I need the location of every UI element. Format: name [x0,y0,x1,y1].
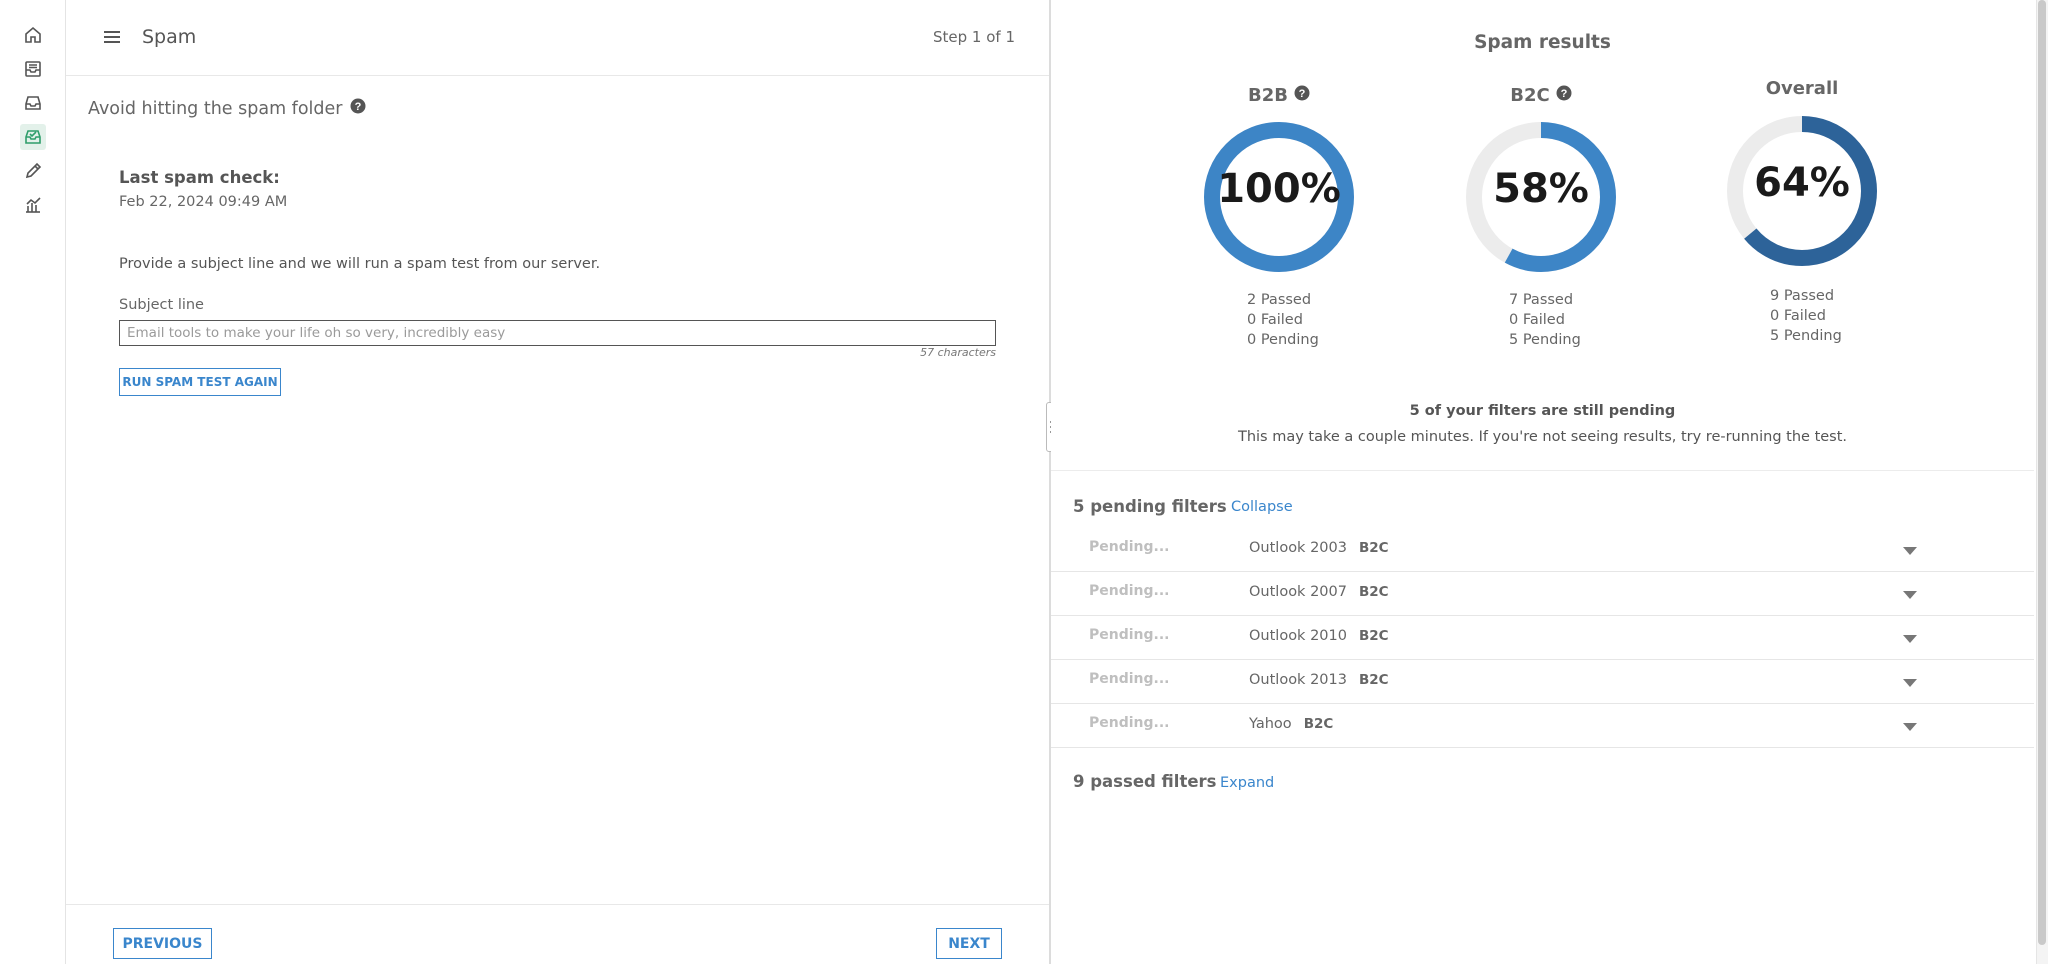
expand-link[interactable]: Expand [1220,775,1274,791]
last-check-label: Last spam check: [119,168,280,187]
failed-count: 0 Failed [1509,312,1565,328]
char-count: 57 characters [920,346,996,359]
chevron-down-icon[interactable] [1903,723,1917,731]
pending-count: 5 Pending [1509,332,1581,348]
collapse-link[interactable]: Collapse [1231,499,1293,515]
filter-tag: B2C [1358,672,1389,688]
donut-b2c: B2C ? 58% 7 Passed 0 Failed 5 Pending [1461,82,1621,348]
filter-client: Outlook 2007 B2C [1249,584,1389,600]
failed-count: 0 Failed [1247,312,1303,328]
donut-label-text: B2B [1248,84,1288,106]
run-spam-test-button[interactable]: RUN SPAM TEST AGAIN [119,368,281,396]
help-icon[interactable]: ? [1294,85,1310,106]
spam-test-panel: Spam Step 1 of 1 Avoid hitting the spam … [66,0,1051,964]
page-title: Spam [142,26,197,48]
donut-percent: 64% [1754,160,1850,206]
donut-label: Overall [1765,78,1839,99]
chevron-down-icon[interactable] [1903,591,1917,599]
step-indicator: Step 1 of 1 [932,28,1015,46]
passed-filters-title: 9 passed filters [1073,772,1217,791]
filter-client: Yahoo B2C [1249,716,1333,732]
filter-client: Outlook 2003 B2C [1249,540,1389,556]
filter-status: Pending... [1089,539,1170,555]
filter-tag: B2C [1358,628,1389,644]
filter-client: Outlook 2010 B2C [1249,628,1389,644]
filter-row[interactable]: Pending... Outlook 2013 B2C [1051,659,2034,704]
scrollbar-thumb[interactable] [2038,0,2046,945]
svg-text:?: ? [1560,88,1567,100]
next-button[interactable]: NEXT [936,928,1002,959]
filter-client-name: Yahoo [1249,716,1292,732]
chevron-down-icon[interactable] [1903,635,1917,643]
subject-input[interactable] [119,320,996,346]
filter-status: Pending... [1089,715,1170,731]
last-check-date: Feb 22, 2024 09:49 AM [119,194,288,210]
donut-stats: 7 Passed 0 Failed 5 Pending [1509,290,1629,350]
help-icon[interactable]: ? [1556,85,1572,106]
donut-percent: 100% [1217,166,1341,212]
divider [1051,470,2034,471]
donut-label: B2C ? [1461,82,1621,108]
failed-count: 0 Failed [1770,308,1826,324]
home-icon[interactable] [20,22,46,48]
passed-count: 7 Passed [1509,292,1574,308]
passed-count: 2 Passed [1247,292,1312,308]
pending-notice-body: This may take a couple minutes. If you'r… [1237,429,1848,445]
donut-percent: 58% [1493,166,1589,212]
tray-icon[interactable] [20,90,46,116]
previous-button[interactable]: PREVIOUS [113,928,212,959]
pending-count: 5 Pending [1770,328,1842,344]
pending-count: 0 Pending [1247,332,1319,348]
donut-overall: Overall 64% 9 Passed 0 Failed 5 Pending [1722,78,1882,344]
filter-status: Pending... [1089,671,1170,687]
filter-client-name: Outlook 2010 [1249,628,1347,644]
filter-row[interactable]: Pending... Yahoo B2C [1051,703,2034,748]
donut-stats: 2 Passed 0 Failed 0 Pending [1247,290,1367,350]
panel-header: Spam Step 1 of 1 [66,0,1049,76]
pencil-icon[interactable] [20,158,46,184]
filter-row[interactable]: Pending... Outlook 2010 B2C [1051,615,2034,660]
spam-results-panel: Spam results B2B ? 100% 2 Passed 0 Faile… [1051,0,2034,964]
filter-client-name: Outlook 2013 [1249,672,1347,688]
hamburger-icon[interactable] [104,29,120,48]
section-heading: Avoid hitting the spam folder ? [88,98,366,119]
help-icon[interactable]: ? [350,98,366,119]
svg-text:?: ? [354,101,361,113]
panel-footer: PREVIOUS NEXT [66,904,1049,965]
filter-row[interactable]: Pending... Outlook 2007 B2C [1051,571,2034,616]
pending-filters-title: 5 pending filters [1073,497,1227,516]
instructions-text: Provide a subject line and we will run a… [119,256,601,272]
nav-rail [0,0,66,964]
chevron-down-icon[interactable] [1903,547,1917,555]
donut-label-text: B2C [1510,84,1550,106]
filter-status: Pending... [1089,583,1170,599]
chart-icon[interactable] [20,192,46,218]
filter-tag: B2C [1358,540,1389,556]
donut-label: B2B ? [1199,82,1359,108]
donut-stats: 9 Passed 0 Failed 5 Pending [1770,286,1890,346]
subject-label: Subject line [119,297,204,313]
pending-notice-title: 5 of your filters are still pending [1409,403,1676,419]
inbox-icon[interactable] [20,56,46,82]
mail-check-icon[interactable] [20,124,46,150]
filter-tag: B2C [1303,716,1334,732]
results-title: Spam results [1474,32,1611,53]
passed-count: 9 Passed [1770,288,1835,304]
filter-status: Pending... [1089,627,1170,643]
section-heading-text: Avoid hitting the spam folder [88,98,343,119]
filter-row[interactable]: Pending... Outlook 2003 B2C [1051,527,2034,572]
filter-tag: B2C [1358,584,1389,600]
filter-client-name: Outlook 2007 [1249,584,1347,600]
filter-client: Outlook 2013 B2C [1249,672,1389,688]
svg-text:?: ? [1299,88,1306,100]
filter-client-name: Outlook 2003 [1249,540,1347,556]
chevron-down-icon[interactable] [1903,679,1917,687]
donut-b2b: B2B ? 100% 2 Passed 0 Failed 0 Pending [1199,82,1359,348]
